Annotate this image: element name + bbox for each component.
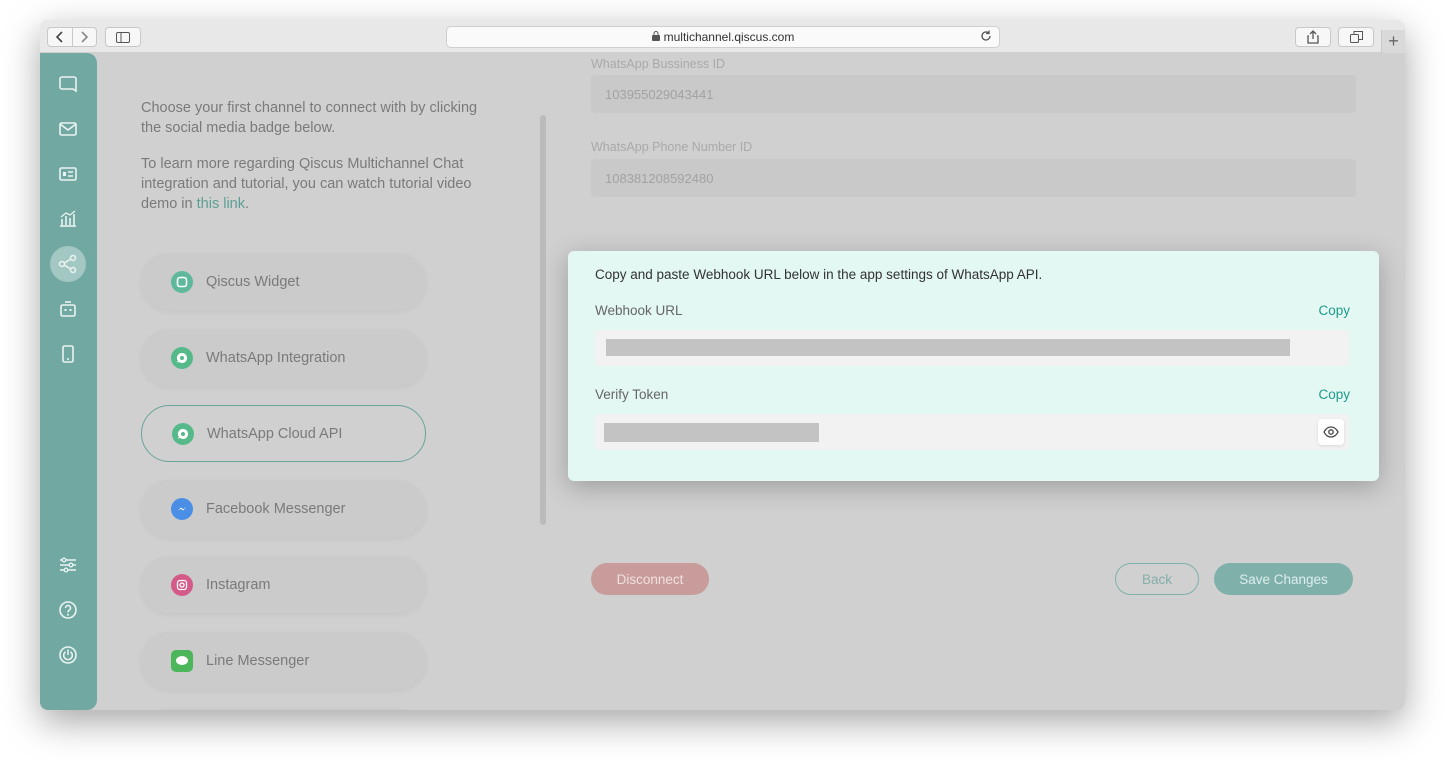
verify-token-label: Verify Token: [595, 387, 669, 402]
share-icon[interactable]: [1295, 27, 1331, 47]
intro-text: Choose your first channel to connect wit…: [141, 98, 491, 214]
whatsapp-icon: [172, 422, 194, 445]
save-changes-button[interactable]: Save Changes: [1214, 563, 1353, 595]
reload-icon[interactable]: [979, 29, 993, 46]
new-tab-icon[interactable]: +: [1381, 30, 1405, 53]
mail-icon[interactable]: [50, 111, 86, 147]
channel-list-scrollbar[interactable]: [540, 115, 546, 525]
copy-webhook-button[interactable]: Copy: [1318, 303, 1350, 318]
line-icon: [171, 649, 193, 672]
integration-icon[interactable]: [50, 246, 86, 282]
back-button[interactable]: Back: [1115, 563, 1199, 595]
channel-label: Line Messenger: [206, 652, 310, 669]
sidebar-toggle-icon[interactable]: [105, 27, 141, 47]
address-bar[interactable]: multichannel.qiscus.com: [446, 26, 1000, 48]
forward-nav-icon[interactable]: [73, 28, 97, 46]
channel-qiscus-widget[interactable]: Qiscus Widget: [141, 253, 426, 310]
messenger-icon: [171, 497, 193, 520]
chat-icon[interactable]: [50, 66, 86, 102]
url-text: multichannel.qiscus.com: [663, 30, 795, 44]
intro-paragraph-2: To learn more regarding Qiscus Multichan…: [141, 154, 491, 214]
whatsapp-icon: [171, 346, 193, 369]
qiscus-widget-icon: [171, 270, 193, 293]
settings-sliders-icon[interactable]: [50, 547, 86, 583]
intro-suffix: .: [244, 196, 250, 212]
redacted-webhook-url: [606, 339, 1290, 356]
logout-power-icon[interactable]: [50, 637, 86, 673]
channel-instagram[interactable]: Instagram: [141, 556, 426, 613]
webhook-modal: Copy and paste Webhook URL below in the …: [568, 251, 1379, 481]
redacted-verify-token: [604, 423, 819, 442]
channel-panel: Choose your first channel to connect wit…: [141, 53, 541, 710]
channel-next[interactable]: [141, 708, 426, 710]
mobile-device-icon[interactable]: [50, 336, 86, 372]
app-sidebar: [40, 53, 97, 710]
channel-label: Facebook Messenger: [206, 500, 346, 517]
business-id-label: WhatsApp Bussiness ID: [591, 57, 726, 71]
tabs-overview-icon[interactable]: [1338, 27, 1374, 47]
business-id-field[interactable]: 103955029043441: [591, 75, 1356, 113]
browser-window: multichannel.qiscus.com + Choose your fi…: [40, 20, 1405, 710]
bot-icon[interactable]: [50, 291, 86, 327]
webhook-url-label: Webhook URL: [595, 303, 683, 318]
analytics-icon[interactable]: [50, 201, 86, 237]
channel-line-messenger[interactable]: Line Messenger: [141, 632, 426, 689]
channel-label: Qiscus Widget: [206, 273, 300, 290]
back-nav-icon[interactable]: [48, 28, 73, 46]
copy-token-button[interactable]: Copy: [1318, 387, 1350, 402]
contact-card-icon[interactable]: [50, 156, 86, 192]
channel-label: Instagram: [206, 576, 271, 593]
verify-token-field[interactable]: [595, 414, 1349, 450]
intro-prefix: To learn more regarding Qiscus Multichan…: [141, 156, 472, 212]
nav-buttons: [47, 27, 97, 47]
disconnect-button[interactable]: Disconnect: [591, 563, 709, 595]
show-password-eye-icon[interactable]: [1318, 419, 1344, 445]
phone-id-label: WhatsApp Phone Number ID: [591, 140, 753, 154]
channel-whatsapp-integration[interactable]: WhatsApp Integration: [141, 329, 426, 386]
channel-whatsapp-cloud-api[interactable]: WhatsApp Cloud API: [141, 405, 426, 462]
help-icon[interactable]: [50, 592, 86, 628]
channel-facebook-messenger[interactable]: Facebook Messenger: [141, 480, 426, 537]
webhook-url-field[interactable]: [595, 330, 1349, 366]
intro-paragraph-1: Choose your first channel to connect wit…: [141, 100, 478, 136]
channel-label: WhatsApp Integration: [206, 349, 346, 366]
phone-id-field[interactable]: 108381208592480: [591, 159, 1356, 197]
lock-icon: [651, 30, 660, 44]
browser-toolbar: multichannel.qiscus.com +: [40, 20, 1405, 53]
modal-instruction: Copy and paste Webhook URL below in the …: [595, 267, 1043, 282]
channel-label: WhatsApp Cloud API: [207, 425, 343, 442]
instagram-icon: [171, 573, 193, 596]
tutorial-link[interactable]: this link: [197, 196, 245, 212]
